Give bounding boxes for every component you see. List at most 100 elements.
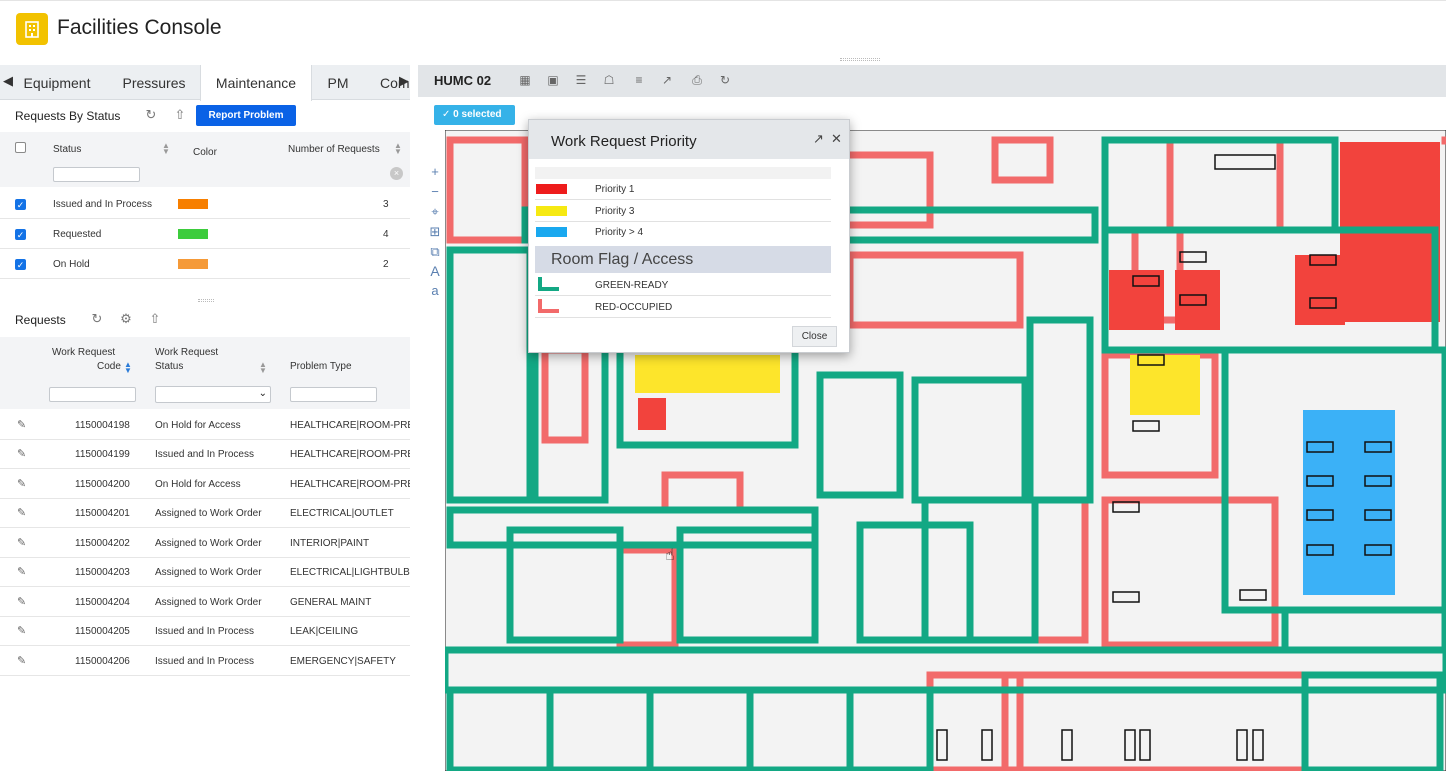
close-button[interactable]: Close: [792, 326, 837, 347]
tab-pressures[interactable]: Pressures: [108, 65, 200, 100]
request-code: 1150004202: [75, 538, 130, 549]
priority-1-room[interactable]: [638, 398, 666, 430]
priority-3-room[interactable]: [635, 355, 780, 393]
chevron-right-icon[interactable]: ▶: [399, 73, 409, 89]
gear-icon[interactable]: ⚙: [119, 312, 133, 326]
export-icon[interactable]: ⇧: [148, 312, 162, 326]
grid-icon[interactable]: ▦: [518, 73, 532, 87]
legend-item-red-occupied: RED-OCCUPIED: [535, 297, 831, 318]
status-count: 2: [383, 259, 389, 270]
legend-title: Work Request Priority: [551, 133, 697, 150]
legend-group-title: Room Flag / Access: [551, 251, 694, 268]
zoom-in-icon[interactable]: +: [428, 165, 442, 179]
list-icon[interactable]: ☰: [574, 73, 588, 87]
print-icon[interactable]: ⎙: [690, 73, 704, 87]
edit-icon[interactable]: ✎: [17, 506, 26, 519]
layers-icon[interactable]: ≡: [632, 73, 646, 87]
copy-icon[interactable]: ⧉: [428, 245, 442, 259]
table-row[interactable]: ✎ 1150004205 Issued and In Process LEAK|…: [0, 617, 410, 646]
table-row[interactable]: ✎ 1150004200 On Hold for Access HEALTHCA…: [0, 469, 410, 499]
refresh-icon[interactable]: ↻: [90, 312, 104, 326]
request-code: 1150004200: [75, 479, 130, 490]
table-row[interactable]: ✎ 1150004199 Issued and In Process HEALT…: [0, 440, 410, 469]
table-row[interactable]: ✎ 1150004206 Issued and In Process EMERG…: [0, 646, 410, 676]
grid-outline-icon[interactable]: ▣: [546, 73, 560, 87]
tag-icon[interactable]: ☖: [602, 73, 616, 87]
select-all-checkbox[interactable]: [15, 142, 26, 153]
expand-icon[interactable]: ↗: [813, 131, 824, 147]
sort-icon[interactable]: ▲ ▼: [162, 142, 170, 156]
status-row[interactable]: ✓ Issued and In Process 3: [0, 189, 410, 219]
priority-3-room[interactable]: [1130, 355, 1200, 415]
problem-type: GENERAL MAINT: [290, 597, 372, 608]
edit-icon[interactable]: ✎: [17, 477, 26, 490]
col-status-line1[interactable]: Work Request: [155, 347, 218, 358]
edit-icon[interactable]: ✎: [17, 654, 26, 667]
row-checkbox[interactable]: ✓: [15, 259, 26, 270]
priority-4-room[interactable]: [1303, 410, 1395, 595]
edit-icon[interactable]: ✎: [17, 595, 26, 608]
row-checkbox[interactable]: ✓: [15, 229, 26, 240]
table-row[interactable]: ✎ 1150004203 Assigned to Work Order ELEC…: [0, 558, 410, 587]
col-number-of-requests[interactable]: Number of Requests: [288, 144, 380, 155]
drawing-toolbar: HUMC 02 ▦ ▣ ☰ ☖ ≡ ↗ ⎙ ↻: [418, 65, 1446, 97]
edit-icon[interactable]: ✎: [17, 565, 26, 578]
col-code-line2[interactable]: Code: [97, 361, 121, 372]
sort-icon[interactable]: ▲ ▼: [259, 361, 267, 375]
col-status-line2[interactable]: Status: [155, 361, 183, 372]
legend-label: GREEN-READY: [595, 280, 669, 291]
col-status[interactable]: Status: [53, 144, 81, 155]
refresh-icon[interactable]: ↻: [144, 108, 158, 122]
close-icon[interactable]: ✕: [831, 131, 842, 147]
selection-count-button[interactable]: ✓ 0 selected: [434, 105, 515, 125]
panel-resize-handle[interactable]: [198, 299, 214, 302]
crop-icon[interactable]: ⊞: [428, 225, 442, 239]
chevron-left-icon[interactable]: ◀: [3, 73, 13, 89]
tab-maintenance[interactable]: Maintenance: [200, 65, 312, 101]
col-problem-type[interactable]: Problem Type: [290, 361, 352, 372]
priority-1-room[interactable]: [1109, 270, 1164, 330]
request-status: Assigned to Work Order: [155, 597, 262, 608]
app-title: Facilities Console: [57, 16, 222, 39]
sort-asc-icon[interactable]: ▲ ▼: [124, 361, 132, 375]
table-row[interactable]: ✎ 1150004204 Assigned to Work Order GENE…: [0, 587, 410, 617]
request-status: Issued and In Process: [155, 656, 254, 667]
report-problem-button[interactable]: Report Problem: [196, 105, 296, 126]
clear-filter-icon[interactable]: ×: [390, 167, 403, 180]
col-color: Color: [193, 147, 217, 158]
priority-1-room[interactable]: [1175, 270, 1220, 330]
table-row[interactable]: ✎ 1150004198 On Hold for Access HEALTHCA…: [0, 410, 410, 440]
status-filter-input[interactable]: [53, 167, 140, 182]
legend-swatch: [536, 227, 567, 237]
panel-resize-handle[interactable]: [840, 58, 880, 61]
zoom-out-icon[interactable]: −: [428, 185, 442, 199]
edit-icon[interactable]: ✎: [17, 418, 26, 431]
requests-by-status-title: Requests By Status: [15, 109, 121, 123]
refresh-icon[interactable]: ↻: [718, 73, 732, 87]
legend-item-green-ready: GREEN-READY: [535, 275, 831, 296]
tab-pm[interactable]: PM: [318, 65, 358, 100]
status-row[interactable]: ✓ On Hold 2: [0, 249, 410, 279]
col-code-line1[interactable]: Work Request: [52, 347, 115, 358]
problem-filter-input[interactable]: [290, 387, 377, 402]
table-row[interactable]: ✎ 1150004201 Assigned to Work Order ELEC…: [0, 499, 410, 528]
status-filter-select[interactable]: ⌄: [155, 386, 271, 403]
problem-type: ELECTRICAL|OUTLET: [290, 508, 394, 519]
sort-icon[interactable]: ▲ ▼: [394, 142, 402, 156]
text-large-icon[interactable]: A: [428, 264, 442, 278]
edit-icon[interactable]: ✎: [17, 624, 26, 637]
edit-icon[interactable]: ✎: [17, 447, 26, 460]
edit-icon[interactable]: ✎: [17, 536, 26, 549]
locate-icon[interactable]: ⌖: [428, 205, 442, 219]
requests-grid-header: Work Request Code ▲ ▼ Work Request Status…: [0, 337, 410, 409]
row-checkbox[interactable]: ✓: [15, 199, 26, 210]
text-small-icon[interactable]: a: [428, 284, 442, 298]
code-filter-input[interactable]: [49, 387, 136, 402]
tab-equipment[interactable]: Equipment: [14, 65, 100, 100]
status-row[interactable]: ✓ Requested 4: [0, 219, 410, 249]
chevron-down-icon: ⌄: [258, 388, 267, 399]
export-icon[interactable]: ⇧: [173, 108, 187, 122]
collapse-icon[interactable]: ↗: [660, 73, 674, 87]
table-row[interactable]: ✎ 1150004202 Assigned to Work Order INTE…: [0, 528, 410, 558]
request-code: 1150004206: [75, 656, 130, 667]
